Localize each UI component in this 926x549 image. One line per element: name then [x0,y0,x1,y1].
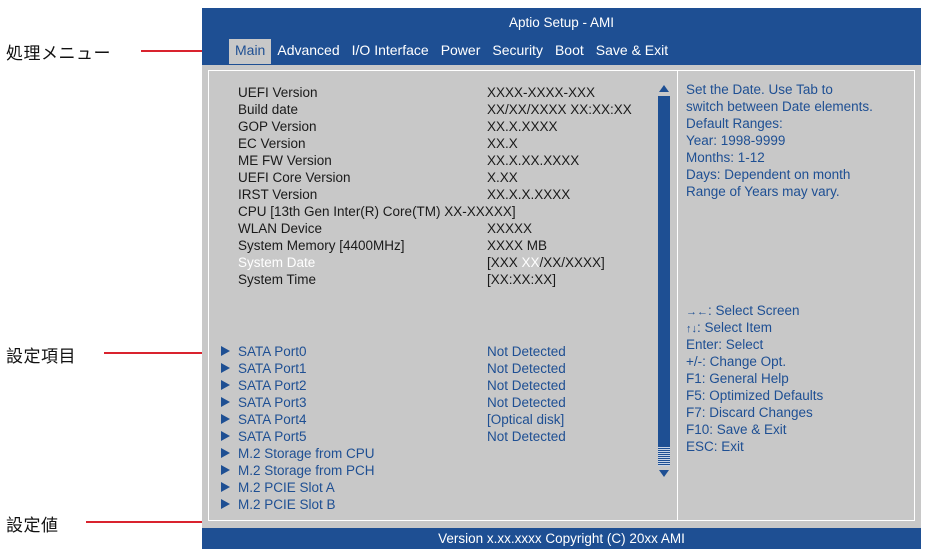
callout-line-item [104,352,216,354]
key-help-line: ESC: Exit [686,439,744,454]
key-help-line: F10: Save & Exit [686,422,787,437]
menu-io-interface[interactable]: I/O Interface [346,39,435,64]
submenu-arrow-icon [221,397,230,407]
submenu-sata-port2[interactable]: SATA Port2 [238,377,307,394]
up-down-arrow-icon: ↑↓ [686,323,697,335]
annotation-menu-label: 処理メニュー [6,44,111,64]
system-date-suffix: /XX/XXXX] [539,255,605,270]
submenu-sata-port0[interactable]: SATA Port0 [238,343,307,360]
info-label: GOP Version [238,119,317,134]
annotation-value-label: 設定値 [6,516,59,536]
help-divider [677,70,678,521]
submenu-arrow-icon [221,380,230,390]
submenu-sata-port1[interactable]: SATA Port1 [238,360,307,377]
scroll-down-arrow-icon[interactable] [659,470,669,477]
submenu-m2-pcie-slot-b[interactable]: M.2 PCIE Slot B [238,496,336,513]
key-help-line: F7: Discard Changes [686,405,813,420]
submenu-arrow-icon [221,499,230,509]
submenu-value: Not Detected [487,344,566,359]
info-value: XXXXX [487,221,533,236]
bios-screen: Aptio Setup - AMI Main Advanced I/O Inte… [202,8,921,549]
submenu-m2-storage-cpu[interactable]: M.2 Storage from CPU [238,445,375,462]
info-label: Build date [238,102,299,117]
menu-power[interactable]: Power [435,39,487,64]
system-date-day-selected[interactable]: XX [522,255,540,270]
scroll-up-arrow-icon[interactable] [659,85,669,92]
submenu-arrow-icon [221,414,230,424]
info-label: UEFI Version [238,85,318,100]
info-value: XXXX-XXXX-XXX [487,85,596,100]
submenu-value: Not Detected [487,429,566,444]
cpu-info-label: CPU [13th Gen Inter(R) Core(TM) XX-XXXXX… [238,204,516,219]
info-value: XX.X.X.XXXX [487,187,571,202]
help-text-line: Year: 1998-9999 [686,133,786,148]
submenu-value: Not Detected [487,395,566,410]
info-value: XX/XX/XXXX XX:XX:XX [487,102,632,117]
menu-save-exit[interactable]: Save & Exit [590,39,674,64]
annotation-item-label: 設定項目 [6,347,76,367]
key-help-line: +/-: Change Opt. [686,354,787,369]
info-label: EC Version [238,136,306,151]
system-date-prefix: [XXX [487,255,522,270]
system-time-field[interactable]: [XX:XX:XX] [487,271,556,288]
submenu-value: Not Detected [487,378,566,393]
bios-footer: Version x.xx.xxxx Copyright (C) 20xx AMI [202,528,921,549]
bios-title: Aptio Setup - AMI [508,15,615,30]
bios-header: Aptio Setup - AMI Main Advanced I/O Inte… [202,8,921,65]
submenu-arrow-icon [221,482,230,492]
help-text-line: Default Ranges: [686,116,783,131]
help-text-line: Days: Dependent on month [686,167,851,182]
scrollbar-track[interactable] [658,96,670,466]
submenu-value: [Optical disk] [487,412,565,427]
info-label: UEFI Core Version [238,170,351,185]
help-text-line: Range of Years may vary. [686,184,840,199]
info-value: X.XX [487,170,518,185]
submenu-arrow-icon [221,431,230,441]
menu-boot[interactable]: Boot [549,39,590,64]
system-date-field[interactable]: [XXX XX/XX/XXXX] [487,254,605,271]
info-value: XX.X.XX.XXXX [487,153,580,168]
help-text-line: switch between Date elements. [686,99,873,114]
submenu-arrow-icon [221,346,230,356]
submenu-sata-port3[interactable]: SATA Port3 [238,394,307,411]
system-date-label[interactable]: System Date [238,254,315,271]
submenu-m2-pcie-slot-a[interactable]: M.2 PCIE Slot A [238,479,335,496]
submenu-sata-port5[interactable]: SATA Port5 [238,428,307,445]
menu-bar: Main Advanced I/O Interface Power Securi… [229,39,674,64]
menu-security[interactable]: Security [486,39,549,64]
menu-main[interactable]: Main [229,39,272,64]
scrollbar-thumb[interactable] [658,446,670,466]
info-value: XX.X [487,136,518,151]
key-help-line: F1: General Help [686,371,789,386]
info-label: IRST Version [238,187,318,202]
left-right-arrow-icon: →← [686,306,708,318]
submenu-arrow-icon [221,363,230,373]
help-text-line: Set the Date. Use Tab to [686,82,833,97]
help-text-line: Months: 1-12 [686,150,765,165]
info-label: WLAN Device [238,221,323,236]
submenu-value: Not Detected [487,361,566,376]
menu-advanced[interactable]: Advanced [271,39,345,64]
info-value: XXXX MB [487,238,548,253]
submenu-arrow-icon [221,448,230,458]
info-value: XX.X.XXXX [487,119,558,134]
key-help-line: F5: Optimized Defaults [686,388,824,403]
info-label: System Memory [4400MHz] [238,238,405,253]
submenu-m2-storage-pch[interactable]: M.2 Storage from PCH [238,462,375,479]
system-time-label[interactable]: System Time [238,271,316,288]
key-help-line: Enter: Select [686,337,764,352]
submenu-arrow-icon [221,465,230,475]
submenu-sata-port4[interactable]: SATA Port4 [238,411,307,428]
info-label: ME FW Version [238,153,332,168]
